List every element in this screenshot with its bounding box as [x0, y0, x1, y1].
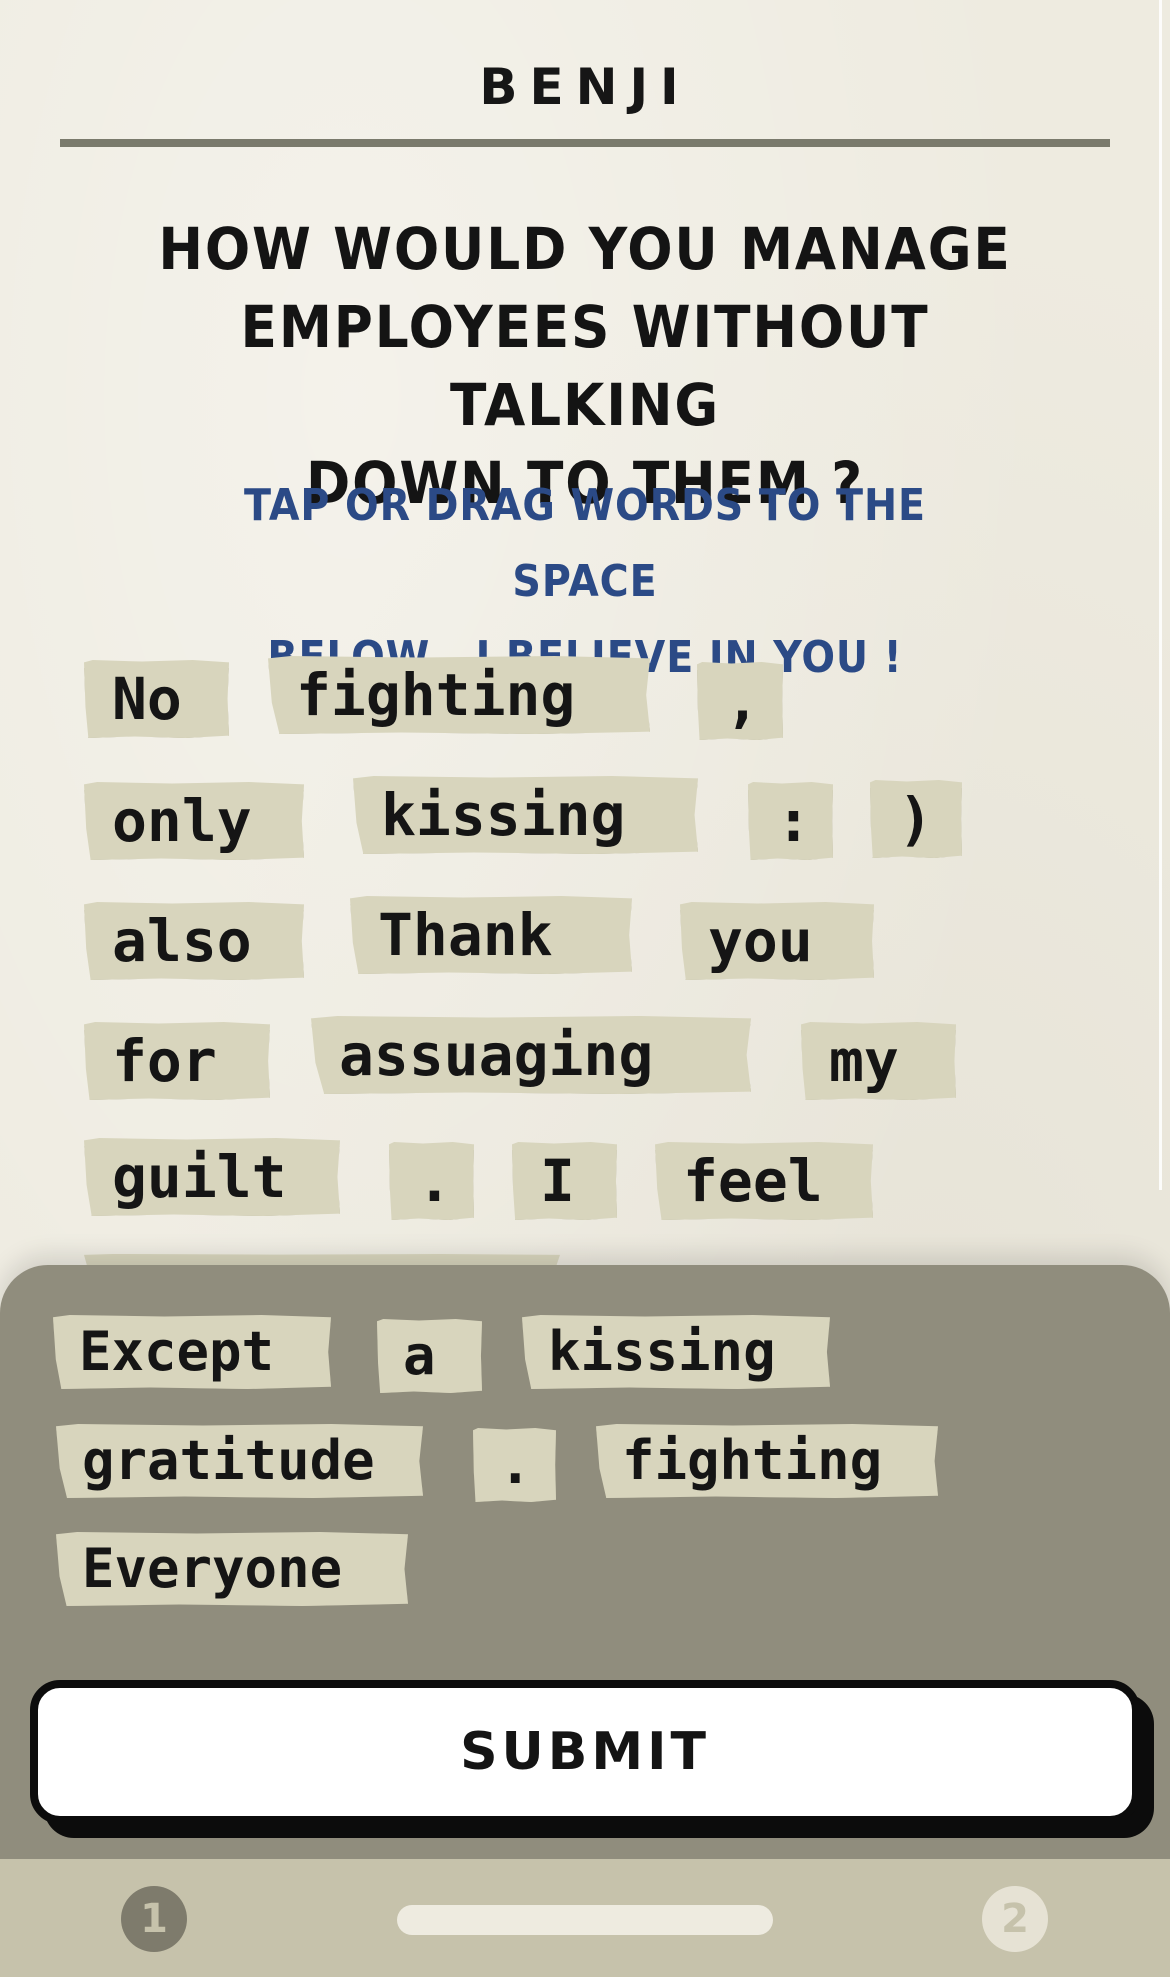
step-indicator-1[interactable]: 1	[121, 1886, 187, 1952]
answer-word-tile[interactable]: kissing	[353, 776, 698, 854]
header-divider	[60, 139, 1110, 147]
step-indicator-2[interactable]: 2	[982, 1886, 1048, 1952]
answer-area[interactable]: No fighting , only kissing : ) also Than…	[0, 650, 1170, 1284]
answer-word-tile[interactable]: my	[801, 1022, 956, 1100]
game-screen: BENJI HOW WOULD YOU MANAGE EMPLOYEES WIT…	[0, 0, 1170, 1977]
answer-word-tile[interactable]: guilt	[84, 1138, 340, 1216]
answer-word-tile[interactable]: No	[84, 660, 229, 738]
bank-word-tile[interactable]: .	[473, 1428, 556, 1502]
bank-word-tile[interactable]: a	[377, 1319, 482, 1393]
bank-word-tile[interactable]: gratitude	[56, 1424, 423, 1498]
answer-word-tile[interactable]: :	[748, 782, 833, 860]
bank-word-tile[interactable]: fighting	[596, 1424, 938, 1498]
question-line: EMPLOYEES WITHOUT TALKING	[240, 293, 930, 439]
bank-word-tile[interactable]: Except	[53, 1315, 331, 1389]
answer-word-tile[interactable]: only	[84, 782, 304, 860]
player-name: BENJI	[479, 58, 691, 116]
answer-word-tile[interactable]: I	[512, 1142, 617, 1220]
answer-word-tile[interactable]: you	[680, 902, 874, 980]
answer-word-tile[interactable]: for	[84, 1022, 270, 1100]
answer-word-tile[interactable]: assuaging	[311, 1016, 751, 1094]
bank-word-tile[interactable]: kissing	[522, 1315, 830, 1389]
answer-word-tile[interactable]: Thank	[350, 896, 632, 974]
answer-word-tile[interactable]: also	[84, 902, 304, 980]
answer-word-tile[interactable]: .	[389, 1142, 474, 1220]
answer-word-tile[interactable]: ,	[697, 662, 783, 740]
home-indicator[interactable]	[397, 1905, 773, 1935]
question-line: HOW WOULD YOU MANAGE	[158, 215, 1012, 283]
instruction-line: TAP OR DRAG WORDS TO THE SPACE	[244, 480, 926, 607]
answer-word-tile[interactable]: )	[870, 780, 962, 858]
submit-area: SUBMIT	[30, 1680, 1155, 1840]
answer-word-tile[interactable]: feel	[655, 1142, 873, 1220]
bank-word-tile[interactable]: Everyone	[56, 1532, 408, 1606]
submit-button[interactable]: SUBMIT	[30, 1680, 1140, 1824]
answer-word-tile[interactable]: fighting	[268, 656, 650, 734]
